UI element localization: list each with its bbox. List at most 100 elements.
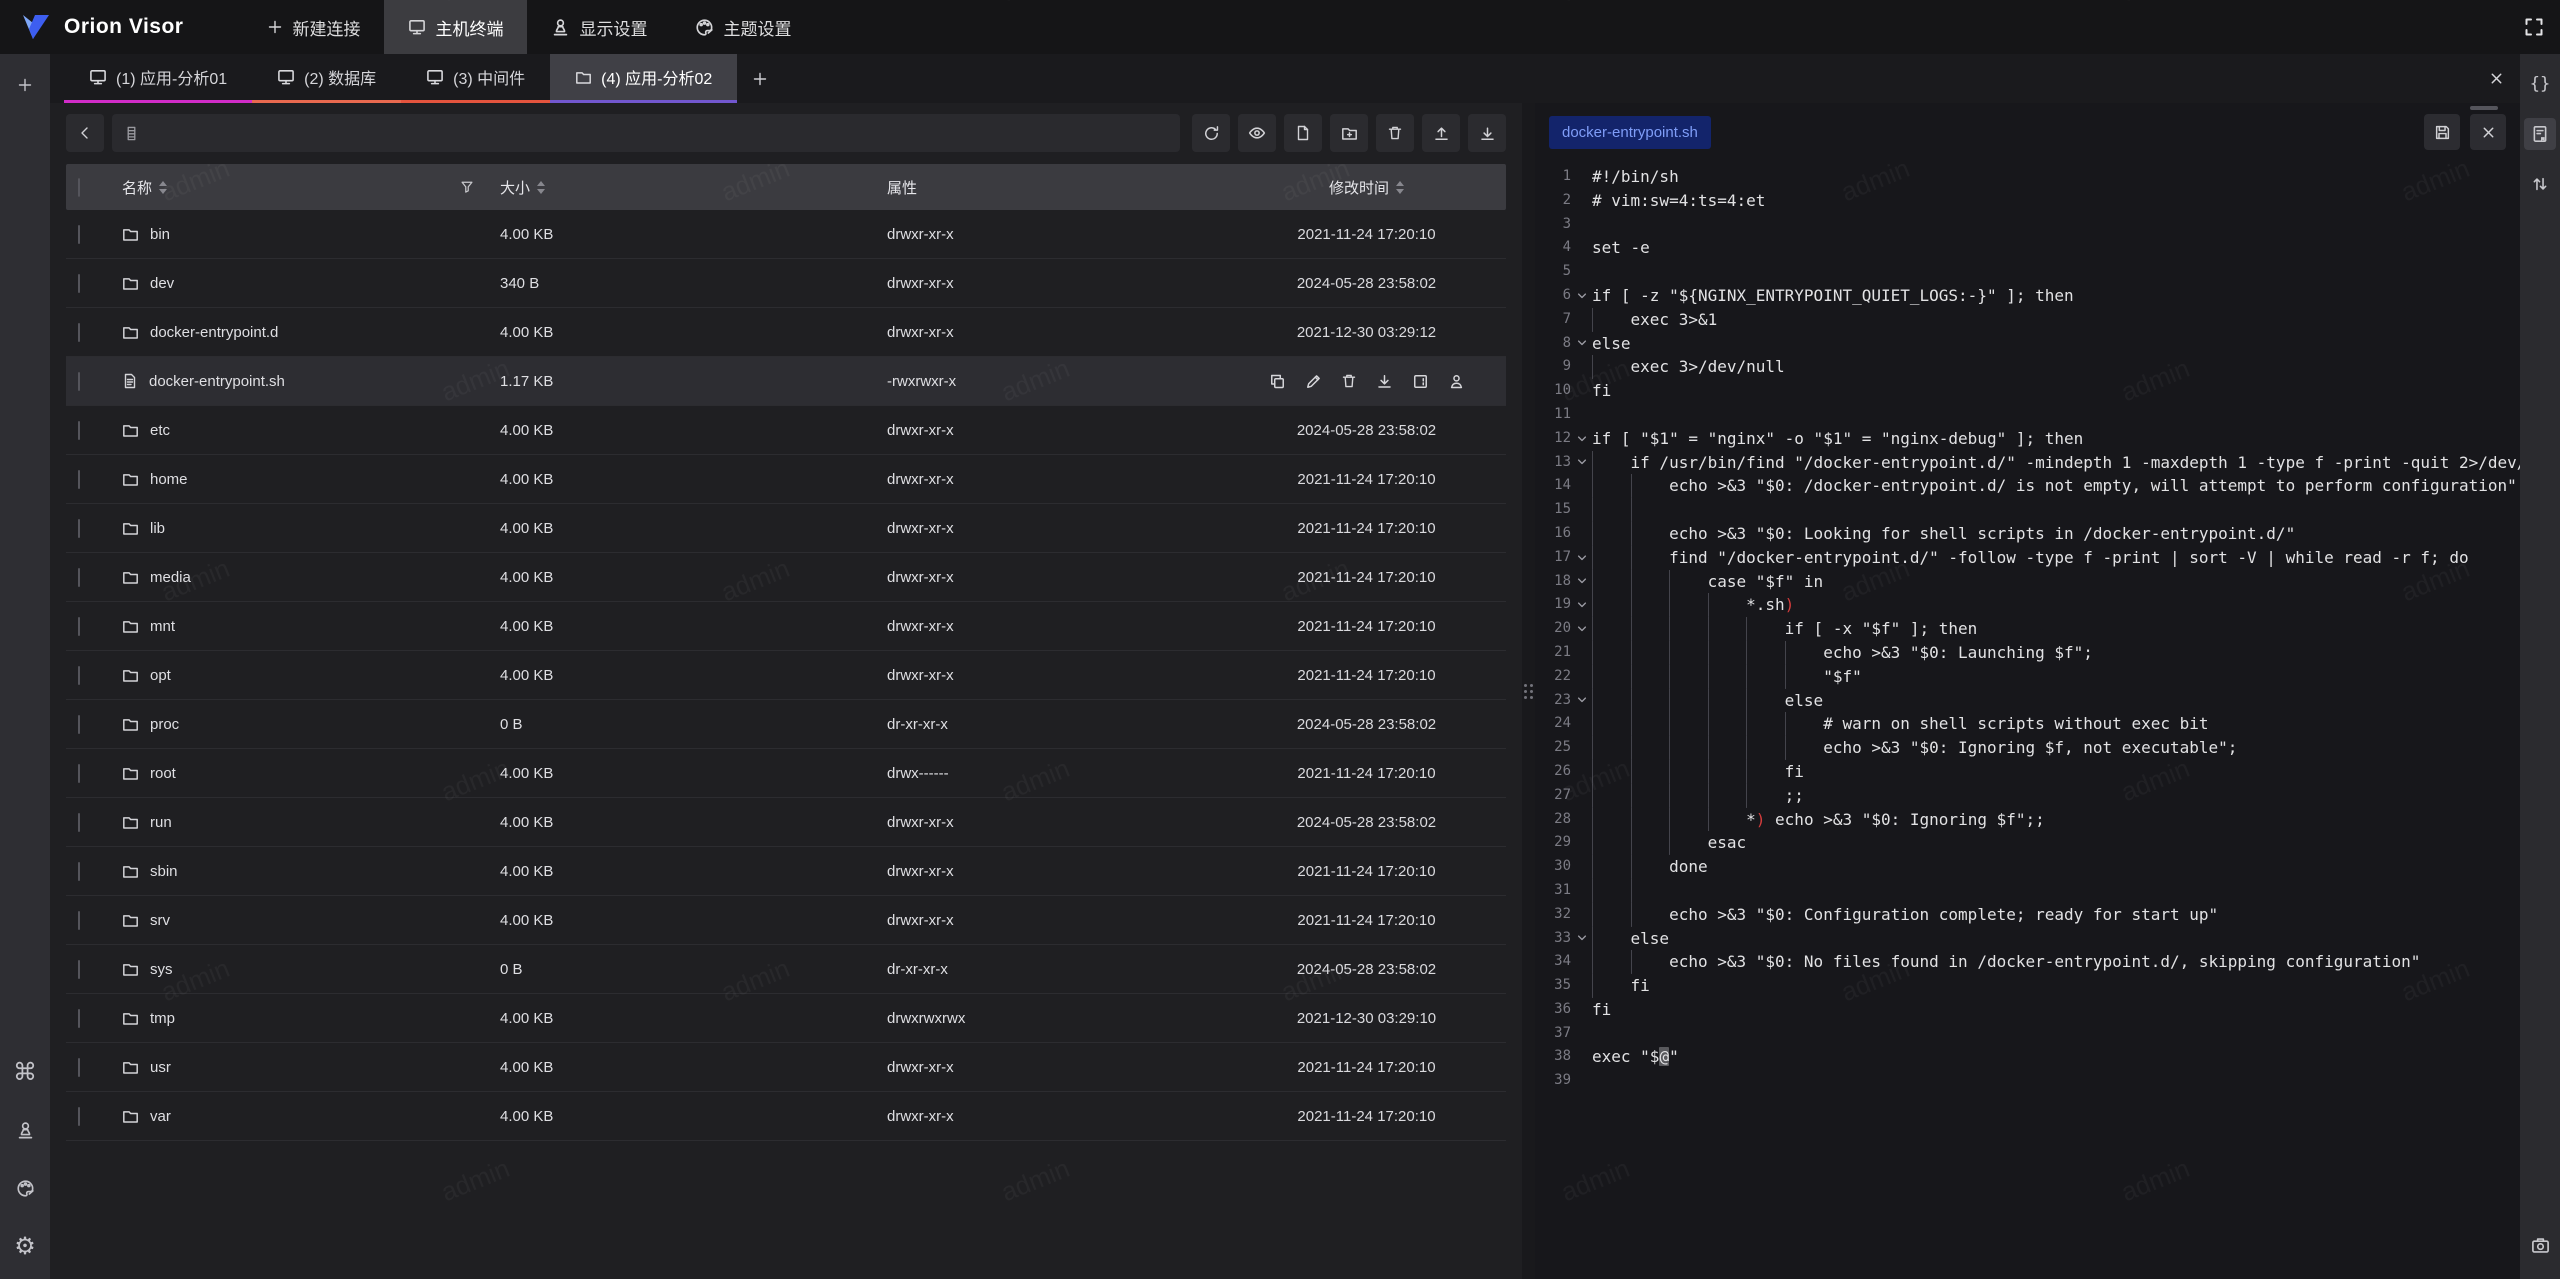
fold-chevron-icon[interactable] — [1571, 689, 1592, 713]
row-checkbox[interactable] — [78, 666, 80, 685]
new-file-button[interactable] — [1284, 114, 1322, 152]
column-header-1[interactable]: 大小 — [500, 177, 887, 198]
file-name: sys — [150, 961, 173, 978]
filter-funnel-icon[interactable] — [460, 180, 474, 194]
terminal-tab-4[interactable]: (4) 应用-分析02 — [550, 54, 737, 103]
row-checkbox[interactable] — [78, 1058, 80, 1077]
new-folder-button[interactable] — [1330, 114, 1368, 152]
menu-item-0[interactable]: 新建连接 — [243, 0, 384, 54]
close-editor-button[interactable] — [2470, 114, 2506, 150]
file-row-usr[interactable]: usr4.00 KBdrwxr-xr-x2021-11-24 17:20:10 — [66, 1043, 1506, 1092]
fold-chevron-icon[interactable] — [1571, 617, 1592, 641]
file-row-lib[interactable]: lib4.00 KBdrwxr-xr-x2021-11-24 17:20:10 — [66, 504, 1506, 553]
gear-button[interactable]: ⚙ — [6, 1227, 44, 1265]
row-checkbox[interactable] — [78, 323, 80, 342]
file-row-docker-entrypoint.d[interactable]: docker-entrypoint.d4.00 KBdrwxr-xr-x2021… — [66, 308, 1506, 357]
file-row-opt[interactable]: opt4.00 KBdrwxr-xr-x2021-11-24 17:20:10 — [66, 651, 1506, 700]
file-bookmark-button[interactable] — [2524, 118, 2556, 150]
file-row-bin[interactable]: bin4.00 KBdrwxr-xr-x2021-11-24 17:20:10 — [66, 210, 1506, 259]
row-checkbox[interactable] — [78, 813, 80, 832]
row-checkbox[interactable] — [78, 764, 80, 783]
editor-file-tab[interactable]: docker-entrypoint.sh — [1549, 116, 1711, 149]
trash-button[interactable] — [1376, 114, 1414, 152]
row-checkbox[interactable] — [78, 568, 80, 587]
fullscreen-button[interactable] — [2508, 0, 2560, 54]
fold-chevron-icon[interactable] — [1571, 284, 1592, 308]
close-panel-button[interactable] — [2472, 54, 2520, 103]
refresh-button[interactable] — [1192, 114, 1230, 152]
menu-item-1[interactable]: 主机终端 — [384, 0, 527, 54]
row-checkbox[interactable] — [78, 715, 80, 734]
new-tab-button[interactable] — [737, 54, 783, 103]
delete-icon[interactable] — [1341, 373, 1357, 389]
stamp-button[interactable] — [6, 1111, 44, 1149]
file-row-mnt[interactable]: mnt4.00 KBdrwxr-xr-x2021-11-24 17:20:10 — [66, 602, 1506, 651]
fold-chevron-icon[interactable] — [1571, 427, 1592, 451]
new-connection-button[interactable] — [6, 66, 44, 104]
move-icon[interactable] — [1412, 373, 1429, 390]
command-button[interactable]: ⌘ — [6, 1053, 44, 1091]
back-button[interactable] — [66, 114, 104, 152]
editor-scrollbar-thumb[interactable] — [2470, 106, 2498, 110]
panel-splitter[interactable] — [1522, 103, 1535, 1279]
row-checkbox[interactable] — [78, 1107, 80, 1126]
path-breadcrumb-input[interactable] — [112, 114, 1180, 152]
fold-chevron-icon[interactable] — [1571, 927, 1592, 951]
menu-item-2[interactable]: 显示设置 — [527, 0, 671, 54]
file-row-home[interactable]: home4.00 KBdrwxr-xr-x2021-11-24 17:20:10 — [66, 455, 1506, 504]
row-checkbox[interactable] — [78, 421, 80, 440]
fold-chevron-icon[interactable] — [1571, 593, 1592, 617]
row-checkbox[interactable] — [78, 1009, 80, 1028]
upload-button[interactable] — [1422, 114, 1460, 152]
row-checkbox[interactable] — [78, 225, 80, 244]
file-row-tmp[interactable]: tmp4.00 KBdrwxrwxrwx2021-12-30 03:29:10 — [66, 994, 1506, 1043]
download-button[interactable] — [1468, 114, 1506, 152]
row-checkbox[interactable] — [78, 519, 80, 538]
line-number: 5 — [1535, 260, 1571, 284]
fold-chevron-icon[interactable] — [1571, 451, 1592, 475]
terminal-tab-3[interactable]: (3) 中间件 — [401, 54, 550, 103]
file-row-proc[interactable]: proc0 Bdr-xr-xr-x2024-05-28 23:58:02 — [66, 700, 1506, 749]
file-row-dev[interactable]: dev340 Bdrwxr-xr-x2024-05-28 23:58:02 — [66, 259, 1506, 308]
file-row-sys[interactable]: sys0 Bdr-xr-xr-x2024-05-28 23:58:02 — [66, 945, 1506, 994]
braces-button[interactable]: {} — [2524, 68, 2556, 100]
file-row-etc[interactable]: etc4.00 KBdrwxr-xr-x2024-05-28 23:58:02 — [66, 406, 1506, 455]
palette-button[interactable] — [6, 1169, 44, 1207]
eye-button[interactable] — [1238, 114, 1276, 152]
file-row-media[interactable]: media4.00 KBdrwxr-xr-x2021-11-24 17:20:1… — [66, 553, 1506, 602]
code-area[interactable]: 1#!/bin/sh2# vim:sw=4:ts=4:et34set -e56i… — [1535, 161, 2520, 1279]
row-checkbox[interactable] — [78, 274, 80, 293]
permission-icon[interactable] — [1448, 373, 1465, 390]
terminal-tab-2[interactable]: (2) 数据库 — [252, 54, 401, 103]
select-all-checkbox[interactable] — [78, 178, 80, 197]
file-row-srv[interactable]: srv4.00 KBdrwxr-xr-x2021-11-24 17:20:10 — [66, 896, 1506, 945]
copy-icon[interactable] — [1269, 373, 1286, 390]
download-file-icon[interactable] — [1376, 373, 1393, 390]
save-button[interactable] — [2424, 114, 2460, 150]
file-row-run[interactable]: run4.00 KBdrwxr-xr-x2024-05-28 23:58:02 — [66, 798, 1506, 847]
menu-item-3[interactable]: 主题设置 — [671, 0, 815, 54]
row-checkbox[interactable] — [78, 862, 80, 881]
row-checkbox[interactable] — [78, 470, 80, 489]
fold-chevron-icon[interactable] — [1571, 546, 1592, 570]
sort-toggle-icon[interactable] — [159, 181, 167, 194]
column-header-3[interactable]: 修改时间 — [1227, 177, 1506, 198]
row-checkbox[interactable] — [78, 911, 80, 930]
fold-chevron-icon[interactable] — [1571, 570, 1592, 594]
camera-button[interactable] — [2524, 1229, 2556, 1261]
column-header-0[interactable]: 名称 — [122, 177, 500, 198]
row-checkbox[interactable] — [78, 372, 80, 391]
terminal-tab-1[interactable]: (1) 应用-分析01 — [64, 54, 252, 103]
file-row-sbin[interactable]: sbin4.00 KBdrwxr-xr-x2021-11-24 17:20:10 — [66, 847, 1506, 896]
row-checkbox[interactable] — [78, 617, 80, 636]
file-row-var[interactable]: var4.00 KBdrwxr-xr-x2021-11-24 17:20:10 — [66, 1092, 1506, 1141]
sort-toggle-icon[interactable] — [537, 181, 545, 194]
fold-chevron-icon[interactable] — [1571, 332, 1592, 356]
edit-icon[interactable] — [1305, 373, 1322, 390]
sort-toggle-icon[interactable] — [1396, 181, 1404, 194]
file-row-docker-entrypoint.sh[interactable]: docker-entrypoint.sh1.17 KB-rwxrwxr-x — [66, 357, 1506, 406]
row-checkbox[interactable] — [78, 960, 80, 979]
sort-updown-button[interactable] — [2524, 168, 2556, 200]
line-number: 9 — [1535, 355, 1571, 379]
file-row-root[interactable]: root4.00 KBdrwx------2021-11-24 17:20:10 — [66, 749, 1506, 798]
